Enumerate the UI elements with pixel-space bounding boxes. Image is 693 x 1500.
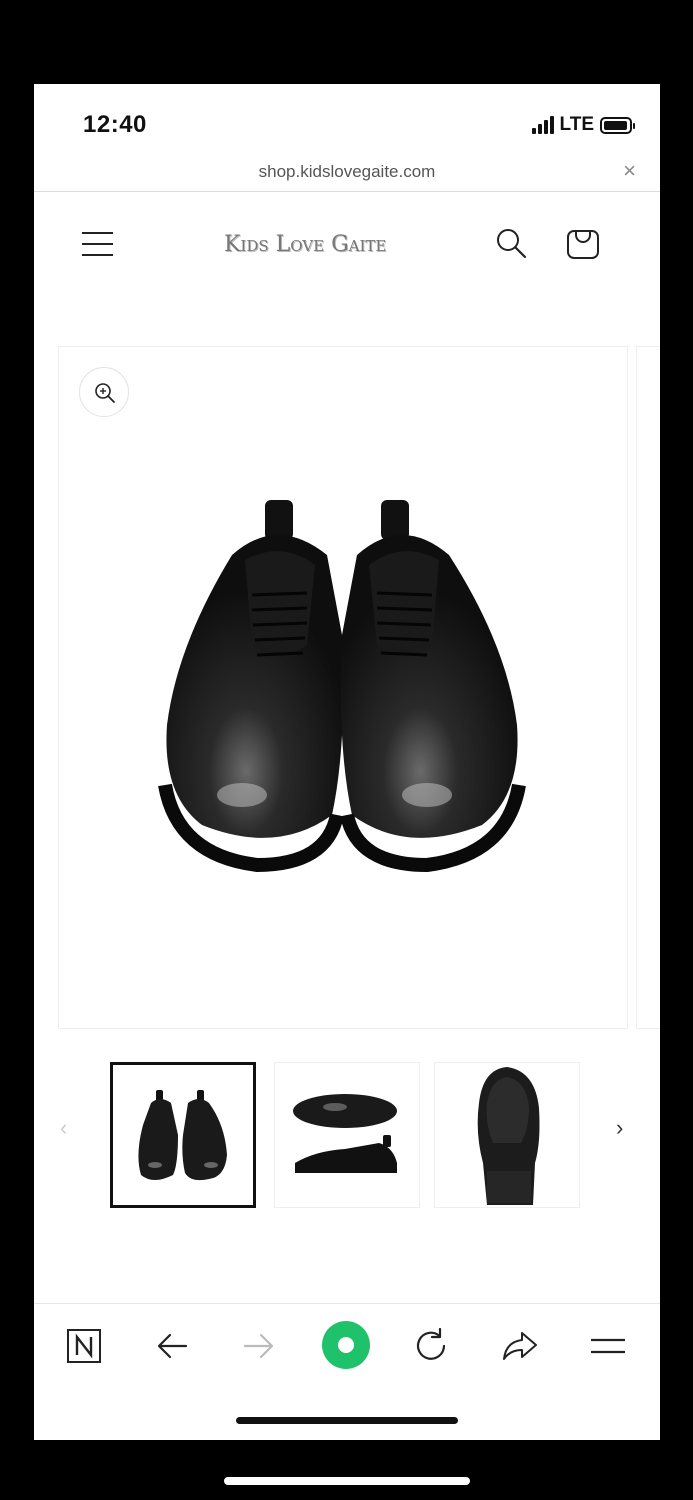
shoe-image <box>158 500 526 873</box>
home-circle-icon[interactable] <box>321 1320 371 1370</box>
site-header: Kids Love Gaite <box>34 192 660 292</box>
status-indicators: LTE <box>531 114 635 136</box>
thumbnail-sole[interactable] <box>434 1062 580 1208</box>
menu-icon[interactable] <box>82 230 114 258</box>
share-icon[interactable] <box>500 1326 540 1366</box>
url-text[interactable]: shop.kidslovegaite.com <box>34 162 660 182</box>
forward-arrow-icon[interactable] <box>239 1326 279 1366</box>
thumbnail-side[interactable] <box>274 1062 420 1208</box>
thumbnail-side-image <box>293 1094 397 1173</box>
status-bar: 12:40 LTE <box>34 84 660 160</box>
outer-home-indicator <box>224 1477 470 1485</box>
address-bar[interactable]: shop.kidslovegaite.com × <box>34 160 660 192</box>
next-image-preview[interactable] <box>636 346 660 1029</box>
close-icon[interactable]: × <box>623 160 636 182</box>
thumbnail-front-image <box>138 1090 227 1181</box>
back-arrow-icon[interactable] <box>152 1326 192 1366</box>
battery-icon <box>600 116 635 134</box>
menu-lines-icon[interactable] <box>588 1326 628 1366</box>
thumbnail-next-icon[interactable]: › <box>616 1115 623 1141</box>
thumbnail-prev-icon[interactable]: ‹ <box>60 1115 67 1141</box>
thumbnail-sole-image <box>477 1067 540 1205</box>
thumbnail-front[interactable] <box>110 1062 256 1208</box>
signal-icon <box>531 116 554 134</box>
zoom-in-icon[interactable] <box>79 367 129 417</box>
thumbnail-strip: ‹ › <box>34 1060 660 1210</box>
reload-icon[interactable] <box>411 1326 451 1366</box>
product-image-main[interactable] <box>58 346 628 1029</box>
cart-icon[interactable] <box>566 226 600 260</box>
home-indicator <box>236 1417 458 1424</box>
status-time: 12:40 <box>83 111 147 138</box>
network-label: LTE <box>559 114 594 135</box>
browser-toolbar <box>34 1303 660 1390</box>
search-icon[interactable] <box>495 227 527 259</box>
site-logo[interactable]: Kids Love Gaite <box>224 232 464 257</box>
phone-screen: 12:40 LTE shop.kidslovegaite.com × Kids … <box>34 84 660 1440</box>
notion-icon[interactable] <box>64 1326 104 1366</box>
